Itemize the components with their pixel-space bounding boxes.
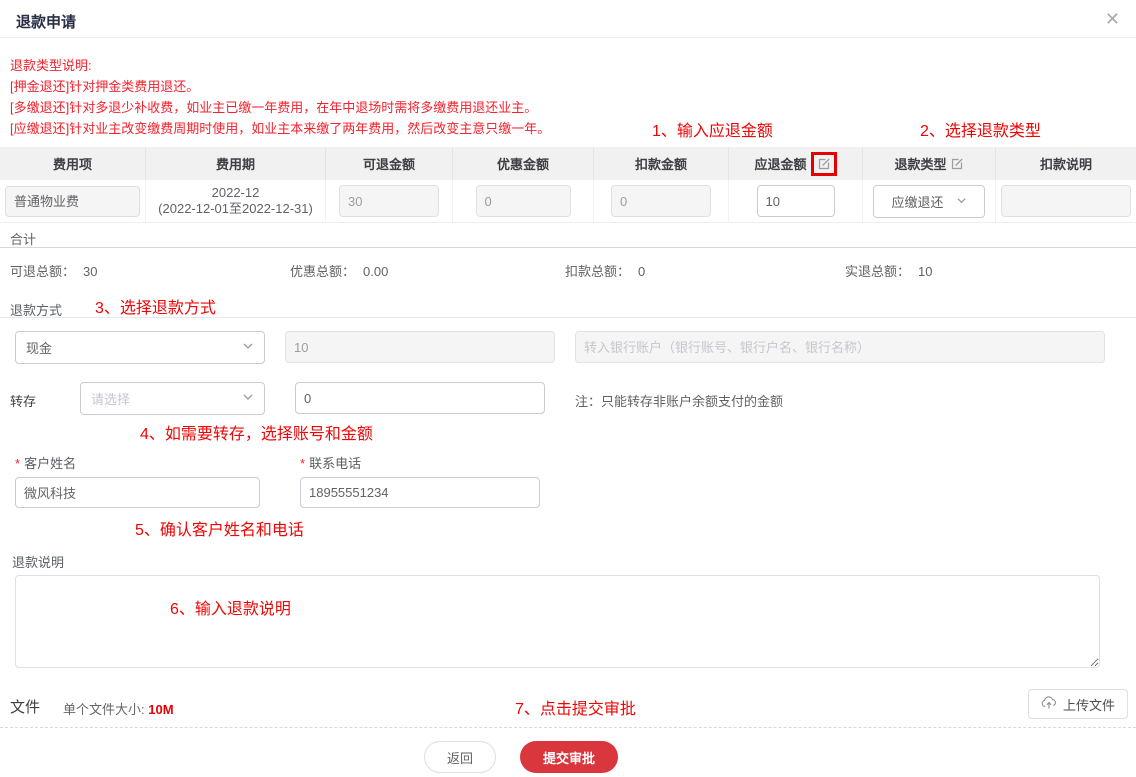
discount-total-label: 优惠总额： (290, 264, 356, 279)
required-mark: * (15, 456, 21, 471)
file-size-hint-text: 单个文件大小: (63, 702, 149, 717)
header-refund-type: 退款类型 (862, 147, 995, 180)
cell-discount (452, 180, 593, 222)
table-row: 普通物业费 2022-12 (2022-12-01至2022-12-31) 30… (0, 180, 1136, 223)
header-fee-period: 费用期 (145, 147, 325, 180)
back-button[interactable]: 返回 (424, 741, 496, 773)
customer-phone-label: * 联系电话 (300, 453, 361, 472)
annotation-step5: 5、确认客户姓名和电话 (135, 522, 304, 539)
refund-description-label: 退款说明 (12, 555, 65, 570)
cell-refundable (325, 180, 452, 222)
actual-total-label: 实退总额： (845, 264, 911, 279)
refundable-total-label: 可退总额： (10, 264, 76, 279)
summary-title: 合计 (10, 232, 37, 247)
transfer-account-placeholder: 请选择 (91, 392, 131, 407)
refund-type-notes: 退款类型说明: [押金退还]针对押金类费用退还。 [多缴退还]针对多退少补收费，… (10, 55, 550, 139)
upload-cloud-icon (1041, 695, 1057, 713)
transfer-note: 注：只能转存非账户余额支付的金额 (575, 394, 784, 409)
file-size-hint: 单个文件大小: 10M (63, 699, 174, 718)
discount-total: 优惠总额： 0.00 (290, 261, 388, 280)
upload-button-label: 上传文件 (1062, 697, 1115, 713)
chevron-down-icon (242, 391, 254, 406)
submit-approval-button[interactable]: 提交审批 (520, 741, 618, 773)
cell-deduction-note (995, 180, 1136, 222)
payment-method-value: 现金 (26, 341, 53, 356)
annotation-step4: 4、如需要转存，选择账号和金额 (140, 426, 373, 443)
files-label: 文件 (10, 699, 41, 716)
refund-type-value: 应缴退还 (891, 194, 944, 210)
edit-icon[interactable] (950, 157, 964, 171)
refund-description-textarea[interactable] (15, 575, 1100, 668)
cell-deduction (593, 180, 728, 222)
fee-period-month: 2022-12 (211, 185, 260, 200)
refund-description-wrap: 6、输入退款说明 (15, 575, 1100, 668)
cell-fee-period: 2022-12 (2022-12-01至2022-12-31) (145, 180, 325, 222)
refundable-amount-input (339, 185, 439, 217)
fee-item-value: 普通物业费 (5, 185, 140, 217)
annotation-step2: 2、选择退款类型 (920, 123, 1041, 140)
bank-account-input (575, 331, 1105, 363)
discount-total-value: 0.00 (363, 264, 389, 279)
deduction-total-value: 0 (638, 264, 646, 279)
edit-icon[interactable] (817, 157, 831, 171)
header-deduction-note: 扣款说明 (995, 147, 1136, 180)
close-icon[interactable]: ✕ (1105, 8, 1120, 30)
customer-name-input[interactable] (15, 477, 260, 508)
header-refund-due-amount: 应退金额 (728, 147, 862, 180)
note-line: [多缴退还]针对多退少补收费，如业主已缴一年费用，在年中退场时需将多缴费用退还业… (10, 100, 538, 115)
totals-row: 可退总额： 30 优惠总额： 0.00 扣款总额： 0 实退总额： 10 (0, 261, 1136, 279)
customer-name-label: * 客户姓名 (15, 453, 76, 472)
note-line: [应缴退还]针对业主改变缴费周期时使用，如业主本来缴了两年费用，然后改变主意只缴… (10, 121, 551, 136)
required-mark: * (300, 456, 306, 471)
fee-table-header: 费用项 费用期 可退金额 优惠金额 扣款金额 应退金额 退款类型 扣款说明 (0, 147, 1136, 180)
summary-divider (0, 247, 1136, 248)
header-refund-due-label: 应退金额 (754, 157, 807, 172)
payment-section-divider (0, 317, 1136, 318)
modal-header: 退款申请 ✕ (0, 0, 1136, 38)
deduction-amount-input (611, 185, 711, 217)
file-size-limit: 10M (148, 702, 174, 717)
payment-method-select[interactable]: 现金 (15, 331, 265, 364)
refundable-total-value: 30 (83, 264, 98, 279)
annotation-step1: 1、输入应退金额 (652, 123, 773, 140)
actual-total-value: 10 (918, 264, 933, 279)
deduction-total: 扣款总额： 0 (565, 261, 645, 280)
refundable-total: 可退总额： 30 (10, 261, 97, 280)
customer-phone-label-text: 联系电话 (309, 456, 362, 471)
chevron-down-icon (242, 340, 254, 355)
files-divider (0, 727, 1136, 728)
transfer-account-select[interactable]: 请选择 (80, 382, 265, 415)
fee-period-range: (2022-12-01至2022-12-31) (158, 201, 313, 216)
actual-refund-total: 实退总额： 10 (845, 261, 932, 280)
step1-highlight-box (810, 151, 837, 176)
footer-actions: 返回 提交审批 (0, 741, 1136, 774)
header-fee-item: 费用项 (52, 157, 92, 172)
header-discount-amount: 优惠金额 (452, 147, 593, 180)
customer-phone-input[interactable] (300, 477, 540, 508)
discount-amount-input (475, 185, 571, 217)
header-deduction-amount: 扣款金额 (593, 147, 728, 180)
transfer-amount-input[interactable] (295, 382, 545, 414)
refund-type-select[interactable]: 应缴退还 (873, 184, 985, 218)
upload-file-button[interactable]: 上传文件 (1027, 689, 1128, 719)
transfer-label: 转存 (10, 394, 37, 409)
page-title: 退款申请 (16, 14, 77, 31)
header-refund-type-label: 退款类型 (894, 157, 947, 172)
deduction-note-input (1001, 185, 1131, 217)
header-refundable-amount: 可退金额 (325, 147, 452, 180)
annotation-step7: 7、点击提交审批 (515, 701, 636, 718)
refund-due-input[interactable] (756, 185, 835, 217)
notes-heading: 退款类型说明: (10, 58, 92, 73)
annotation-step3: 3、选择退款方式 (95, 300, 216, 317)
note-line: [押金退还]针对押金类费用退还。 (10, 79, 200, 94)
refund-application-modal: 退款申请 ✕ 退款类型说明: [押金退还]针对押金类费用退还。 [多缴退还]针对… (0, 0, 1136, 777)
payment-amount-input (285, 331, 555, 363)
cell-refund-due (728, 180, 862, 222)
customer-name-label-text: 客户姓名 (24, 456, 77, 471)
cell-fee-item: 普通物业费 (0, 180, 145, 222)
cell-refund-type: 应缴退还 (862, 180, 995, 222)
deduction-total-label: 扣款总额： (565, 264, 631, 279)
fee-table: 费用项 费用期 可退金额 优惠金额 扣款金额 应退金额 退款类型 扣款说明 普通… (0, 147, 1136, 223)
chevron-down-icon (956, 194, 967, 209)
